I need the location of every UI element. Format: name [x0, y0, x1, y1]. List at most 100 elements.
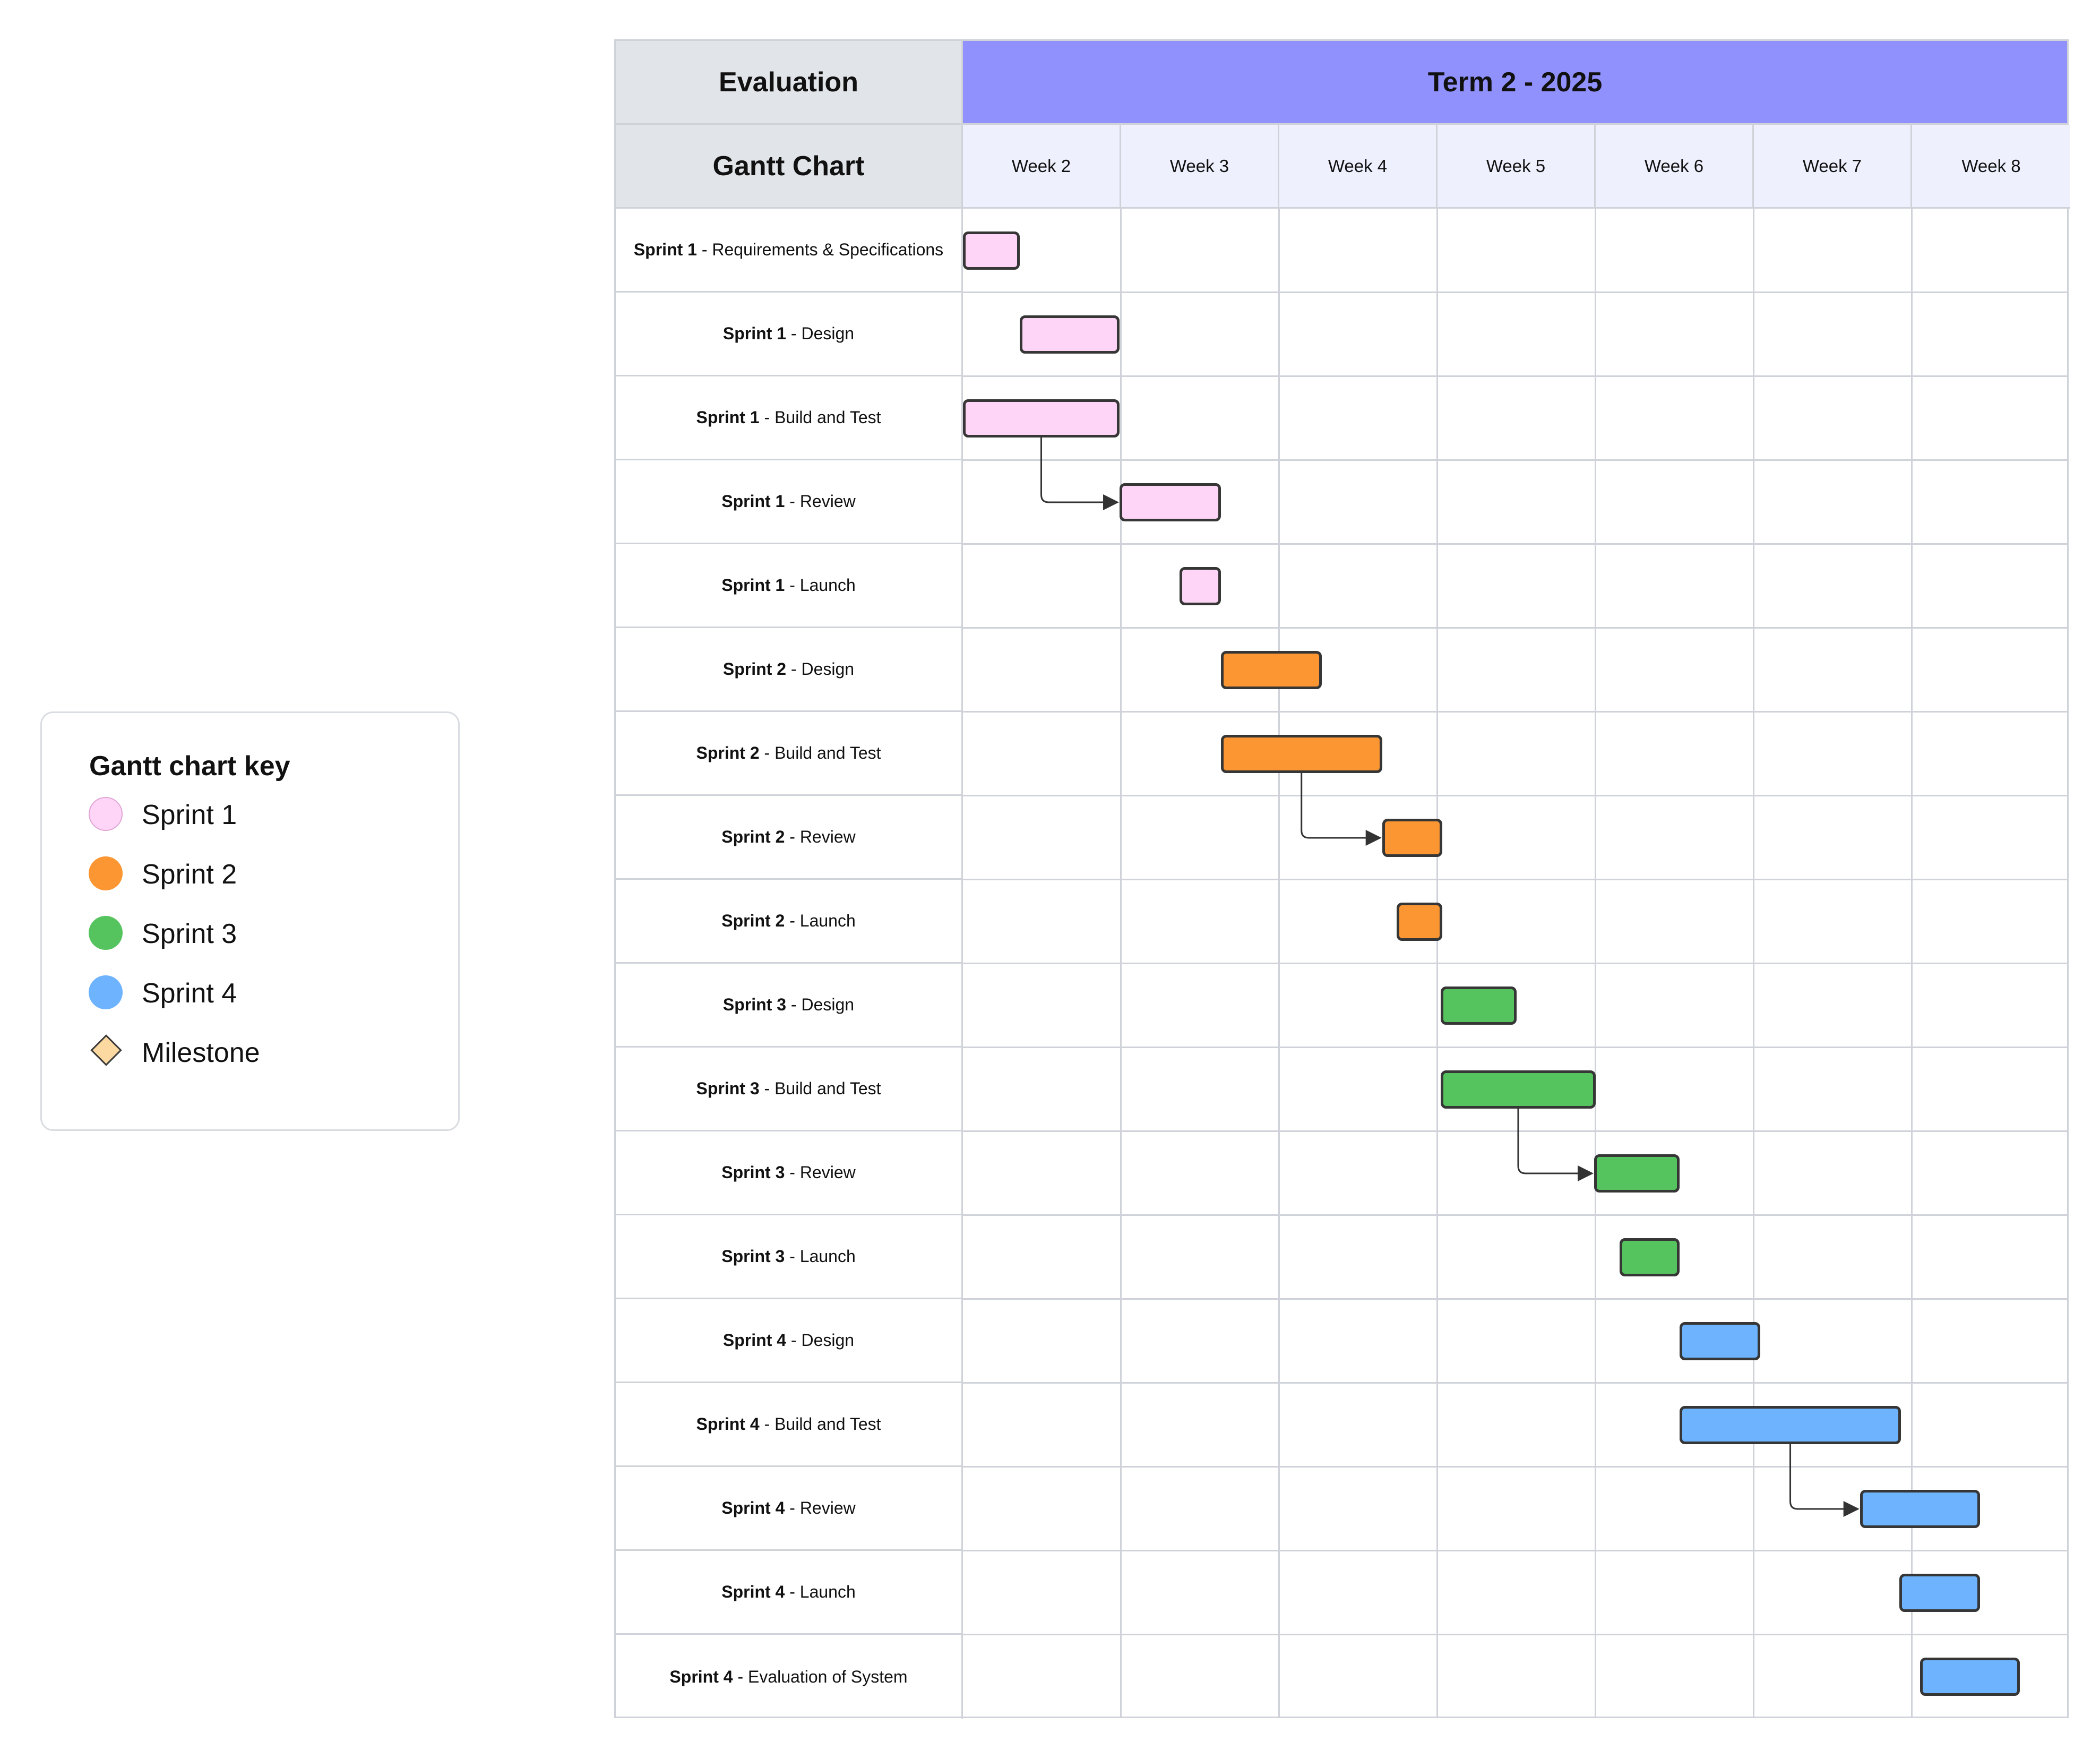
- task-bar[interactable]: [1180, 567, 1221, 605]
- task-name: Build and Test: [774, 408, 881, 427]
- task-bar[interactable]: [1679, 1322, 1760, 1360]
- grid-row-line: [963, 459, 2067, 461]
- task-bar[interactable]: [1120, 483, 1221, 521]
- key-item-sprint-2: Sprint 2: [89, 852, 439, 895]
- task-label: Sprint 1 - Launch: [616, 544, 963, 628]
- grid-row-line: [963, 1298, 2067, 1300]
- grid-row-line: [963, 1550, 2067, 1551]
- grid-row-line: [963, 1382, 2067, 1384]
- week-header: Week 6: [1596, 125, 1754, 209]
- task-separator: -: [785, 1498, 800, 1517]
- task-bar[interactable]: [1679, 1406, 1901, 1444]
- task-separator: -: [696, 240, 712, 259]
- grid-row-line: [963, 543, 2067, 545]
- task-bar[interactable]: [1860, 1490, 1981, 1528]
- task-sprint: Sprint 2: [696, 743, 760, 762]
- task-separator: -: [759, 408, 775, 427]
- task-bar[interactable]: [1220, 651, 1322, 689]
- task-bar[interactable]: [1594, 1154, 1680, 1193]
- task-label: Sprint 4 - Launch: [616, 1551, 963, 1635]
- task-sprint: Sprint 2: [721, 911, 785, 930]
- task-separator: -: [785, 827, 800, 846]
- grid-row-line: [963, 963, 2067, 964]
- task-label: Sprint 3 - Design: [616, 964, 963, 1048]
- task-sprint: Sprint 4: [721, 1582, 785, 1601]
- task-bar[interactable]: [1382, 819, 1442, 857]
- grid-row-line: [963, 627, 2067, 629]
- task-separator: -: [785, 492, 800, 511]
- grid-row-line: [963, 879, 2067, 880]
- task-label: Sprint 4 - Evaluation of System: [616, 1635, 963, 1719]
- task-sprint: Sprint 1: [721, 492, 785, 511]
- dependency-arrow: [1789, 1444, 1860, 1517]
- task-separator: -: [785, 1247, 800, 1266]
- grid-row-line: [963, 291, 2067, 293]
- task-bar[interactable]: [963, 231, 1020, 270]
- task-sprint: Sprint 1: [696, 408, 760, 427]
- grid-row-line: [963, 1634, 2067, 1635]
- task-name: Launch: [799, 911, 856, 930]
- task-separator: -: [786, 324, 802, 343]
- task-name: Launch: [799, 1582, 856, 1601]
- task-name: Design: [801, 1331, 855, 1350]
- task-label: Sprint 1 - Design: [616, 293, 963, 376]
- milestone-diamond-icon: [90, 1034, 122, 1066]
- task-separator: -: [759, 1079, 775, 1098]
- gantt-chart: Evaluation Gantt Chart Term 2 - 2025 Wee…: [614, 39, 2070, 1719]
- key-swatch-icon: [89, 916, 123, 950]
- task-sprint: Sprint 4: [669, 1667, 733, 1686]
- week-header: Week 8: [1912, 125, 2070, 209]
- task-label: Sprint 2 - Launch: [616, 880, 963, 964]
- grid-row-line: [963, 1466, 2067, 1468]
- grid-row-line: [963, 1046, 2067, 1048]
- dependency-arrow: [1301, 773, 1382, 846]
- task-name: Build and Test: [774, 1414, 881, 1434]
- grid-row-line: [963, 375, 2067, 377]
- evaluation-header: Evaluation: [616, 41, 963, 125]
- task-label: Sprint 2 - Review: [616, 796, 963, 880]
- key-title: Gantt chart key: [89, 751, 290, 782]
- key-item-milestone: Milestone: [89, 1031, 439, 1073]
- key-item-sprint-3: Sprint 3: [89, 912, 439, 954]
- task-name: Review: [799, 492, 856, 511]
- task-bar[interactable]: [1899, 1574, 1981, 1612]
- task-bar[interactable]: [1440, 986, 1517, 1025]
- task-sprint: Sprint 1: [721, 576, 785, 595]
- dependency-arrow: [1517, 1109, 1594, 1181]
- week-header: Week 4: [1279, 125, 1438, 209]
- task-sprint: Sprint 4: [722, 1331, 787, 1350]
- dependency-arrow: [1040, 438, 1120, 510]
- task-label: Sprint 1 - Review: [616, 460, 963, 544]
- task-label: Sprint 3 - Build and Test: [616, 1048, 963, 1131]
- task-bar[interactable]: [963, 399, 1120, 438]
- task-bar[interactable]: [1920, 1658, 2020, 1696]
- task-sprint: Sprint 3: [696, 1079, 760, 1098]
- task-label: Sprint 4 - Design: [616, 1299, 963, 1383]
- task-bar[interactable]: [1619, 1238, 1680, 1276]
- task-label: Sprint 2 - Design: [616, 628, 963, 712]
- grid-row-line: [963, 711, 2067, 713]
- task-separator: -: [786, 1331, 802, 1350]
- gantt-chart-header: Gantt Chart: [616, 125, 963, 209]
- week-header: Week 7: [1754, 125, 1912, 209]
- task-separator: -: [733, 1667, 748, 1686]
- grid-row-line: [963, 795, 2067, 796]
- task-sprint: Sprint 2: [722, 659, 787, 679]
- task-separator: -: [785, 576, 800, 595]
- task-sprint: Sprint 4: [721, 1498, 785, 1517]
- task-name: Launch: [799, 576, 856, 595]
- task-bar[interactable]: [1396, 903, 1442, 941]
- task-separator: -: [786, 659, 802, 679]
- task-label: Sprint 1 - Build and Test: [616, 376, 963, 460]
- task-bar[interactable]: [1220, 735, 1382, 773]
- task-name: Review: [799, 827, 856, 846]
- task-bar[interactable]: [1020, 315, 1120, 354]
- week-header: Week 2: [963, 125, 1121, 209]
- key-item-label: Sprint 4: [142, 978, 237, 1009]
- key-swatch-icon: [89, 856, 123, 890]
- task-label: Sprint 3 - Launch: [616, 1215, 963, 1299]
- task-bar[interactable]: [1440, 1070, 1596, 1109]
- task-separator: -: [759, 1414, 775, 1434]
- task-name: Review: [799, 1163, 856, 1182]
- task-sprint: Sprint 3: [722, 995, 787, 1014]
